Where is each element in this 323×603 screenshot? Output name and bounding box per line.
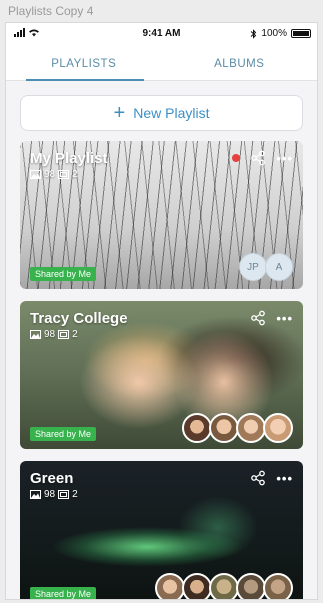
video-icon <box>58 490 70 499</box>
battery-percent: 100% <box>261 28 287 39</box>
more-icon[interactable]: ••• <box>276 472 293 485</box>
photo-count: 98 <box>44 489 56 500</box>
video-count: 2 <box>72 329 78 340</box>
more-icon[interactable]: ••• <box>276 312 293 325</box>
photo-count: 98 <box>44 329 56 340</box>
video-icon <box>58 330 70 339</box>
unread-dot <box>232 154 241 162</box>
share-icon[interactable] <box>250 310 266 326</box>
share-icon[interactable] <box>250 150 266 166</box>
shared-badge: Shared by Me <box>30 587 97 599</box>
video-count: 2 <box>72 489 78 500</box>
tab-playlists[interactable]: PLAYLISTS <box>6 45 162 81</box>
card-actions: ••• <box>250 310 293 326</box>
avatar[interactable] <box>236 413 266 443</box>
collaborator-avatars <box>155 573 293 599</box>
photo-icon <box>30 330 41 339</box>
battery-icon <box>291 29 311 38</box>
avatar[interactable]: A <box>265 253 293 281</box>
plus-icon: + <box>113 102 126 124</box>
avatar[interactable] <box>263 573 293 599</box>
status-bar: 9:41 AM 100% <box>6 23 317 45</box>
avatar[interactable] <box>263 413 293 443</box>
video-count: 2 <box>72 169 78 180</box>
avatar[interactable] <box>236 573 266 599</box>
new-playlist-button[interactable]: + New Playlist <box>20 95 303 131</box>
share-icon[interactable] <box>250 470 266 486</box>
collaborator-initials: JP A <box>239 253 293 281</box>
bluetooth-icon <box>251 28 257 39</box>
card-actions: ••• <box>232 150 293 166</box>
playlist-counts: 98 2 <box>30 329 78 340</box>
playlist-counts: 98 2 <box>30 169 78 180</box>
new-playlist-label: New Playlist <box>133 105 210 121</box>
playlist-counts: 98 2 <box>30 489 78 500</box>
tab-bar: PLAYLISTS ALBUMS <box>6 45 317 81</box>
avatar[interactable] <box>182 573 212 599</box>
playlist-title: Green <box>30 470 74 487</box>
tab-albums[interactable]: ALBUMS <box>162 45 318 80</box>
avatar[interactable] <box>209 413 239 443</box>
avatar[interactable]: JP <box>239 253 267 281</box>
photo-icon <box>30 170 41 179</box>
playlist-card-green[interactable]: Green 98 2 ••• Shared by Me <box>20 461 303 599</box>
window-title: Playlists Copy 4 <box>8 4 94 18</box>
avatar[interactable] <box>209 573 239 599</box>
more-icon[interactable]: ••• <box>276 152 293 165</box>
playlist-title: My Playlist <box>30 150 108 167</box>
card-actions: ••• <box>250 470 293 486</box>
collaborator-avatars <box>182 413 293 443</box>
photo-icon <box>30 490 41 499</box>
status-right: 100% <box>250 28 311 39</box>
playlist-card-my-playlist[interactable]: My Playlist 98 2 ••• Shared by Me JP A <box>20 141 303 289</box>
phone-screen: 9:41 AM 100% PLAYLISTS ALBUMS + New Play… <box>5 22 318 600</box>
shared-badge: Shared by Me <box>30 427 97 441</box>
shared-badge: Shared by Me <box>30 267 97 281</box>
playlist-title: Tracy College <box>30 310 128 327</box>
photo-count: 98 <box>44 169 56 180</box>
avatar[interactable] <box>182 413 212 443</box>
playlist-card-tracy-college[interactable]: Tracy College 98 2 ••• Shared by Me <box>20 301 303 449</box>
video-icon <box>58 170 70 179</box>
avatar[interactable] <box>155 573 185 599</box>
